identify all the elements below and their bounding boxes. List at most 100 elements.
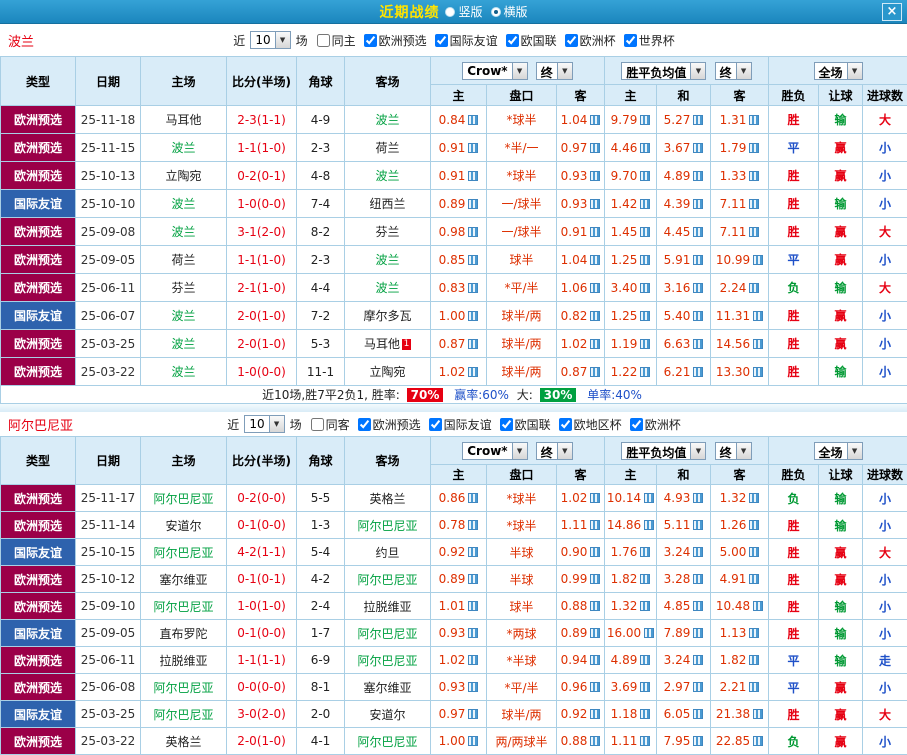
trend-chart-icon[interactable] <box>693 199 703 209</box>
trend-chart-icon[interactable] <box>753 601 763 611</box>
odds-type-select[interactable]: 胜平负均值 ▼ <box>621 62 706 80</box>
trend-chart-icon[interactable] <box>644 628 654 638</box>
trend-chart-icon[interactable] <box>693 283 703 293</box>
team-name-text[interactable]: 波兰 <box>375 169 399 183</box>
trend-chart-icon[interactable] <box>640 311 650 321</box>
team-name-text[interactable]: 马耳他 <box>364 337 400 351</box>
team-name-text[interactable]: 安道尔 <box>165 519 201 533</box>
filter-checkbox[interactable]: 欧国联 <box>494 416 551 433</box>
odds-type-select[interactable]: 胜平负均值 ▼ <box>621 442 706 460</box>
close-button[interactable]: × <box>882 3 902 21</box>
checkbox-input[interactable] <box>506 34 519 47</box>
checkbox-input[interactable] <box>435 34 448 47</box>
trend-chart-icon[interactable] <box>753 736 763 746</box>
team-name-text[interactable]: 拉脱维亚 <box>363 600 411 614</box>
trend-chart-icon[interactable] <box>749 655 759 665</box>
checkbox-input[interactable] <box>630 418 643 431</box>
team-name-text[interactable]: 波兰 <box>171 225 195 239</box>
checkbox-input[interactable] <box>311 418 324 431</box>
trend-chart-icon[interactable] <box>590 682 600 692</box>
team-name-text[interactable]: 阿尔巴尼亚 <box>357 573 417 587</box>
scope-select[interactable]: 全场 ▼ <box>814 442 863 460</box>
filter-checkbox[interactable]: 欧洲杯 <box>624 416 681 433</box>
trend-chart-icon[interactable] <box>590 736 600 746</box>
team-name-text[interactable]: 波兰 <box>375 113 399 127</box>
trend-chart-icon[interactable] <box>640 736 650 746</box>
team-name-text[interactable]: 阿尔巴尼亚 <box>153 492 213 506</box>
trend-chart-icon[interactable] <box>640 115 650 125</box>
team-name-text[interactable]: 安道尔 <box>369 708 405 722</box>
team-name-text[interactable]: 英格兰 <box>165 735 201 749</box>
trend-chart-icon[interactable] <box>468 601 478 611</box>
trend-chart-icon[interactable] <box>693 574 703 584</box>
trend-chart-icon[interactable] <box>693 709 703 719</box>
team-name-text[interactable]: 摩尔多瓦 <box>363 309 411 323</box>
odds-stage-select[interactable]: 终 ▼ <box>715 62 752 80</box>
trend-chart-icon[interactable] <box>749 199 759 209</box>
trend-chart-icon[interactable] <box>693 311 703 321</box>
trend-chart-icon[interactable] <box>468 367 478 377</box>
trend-chart-icon[interactable] <box>640 199 650 209</box>
team-name-text[interactable]: 阿尔巴尼亚 <box>357 654 417 668</box>
trend-chart-icon[interactable] <box>640 143 650 153</box>
trend-chart-icon[interactable] <box>468 311 478 321</box>
team-name-text[interactable]: 纽西兰 <box>369 197 405 211</box>
team-name-text[interactable]: 芬兰 <box>171 281 195 295</box>
radio-icon[interactable] <box>491 7 501 17</box>
checkbox-input[interactable] <box>559 418 572 431</box>
team-name-text[interactable]: 阿尔巴尼亚 <box>357 627 417 641</box>
trend-chart-icon[interactable] <box>749 283 759 293</box>
team-name-text[interactable]: 波兰 <box>171 337 195 351</box>
trend-chart-icon[interactable] <box>693 547 703 557</box>
trend-chart-icon[interactable] <box>644 493 654 503</box>
trend-chart-icon[interactable] <box>590 547 600 557</box>
trend-chart-icon[interactable] <box>753 339 763 349</box>
trend-chart-icon[interactable] <box>693 227 703 237</box>
team-name-text[interactable]: 塞尔维亚 <box>363 681 411 695</box>
team-name-text[interactable]: 波兰 <box>171 197 195 211</box>
trend-chart-icon[interactable] <box>590 255 600 265</box>
team-name-text[interactable]: 荷兰 <box>375 141 399 155</box>
trend-chart-icon[interactable] <box>753 255 763 265</box>
trend-chart-icon[interactable] <box>590 311 600 321</box>
trend-chart-icon[interactable] <box>468 143 478 153</box>
trend-chart-icon[interactable] <box>693 736 703 746</box>
trend-chart-icon[interactable] <box>693 682 703 692</box>
trend-chart-icon[interactable] <box>468 115 478 125</box>
trend-chart-icon[interactable] <box>640 171 650 181</box>
trend-chart-icon[interactable] <box>749 682 759 692</box>
trend-chart-icon[interactable] <box>468 255 478 265</box>
team-name-text[interactable]: 约旦 <box>375 546 399 560</box>
filter-checkbox[interactable]: 国际友谊 <box>429 32 498 49</box>
radio-icon[interactable] <box>445 7 455 17</box>
checkbox-input[interactable] <box>364 34 377 47</box>
trend-chart-icon[interactable] <box>693 655 703 665</box>
odds-stage-select[interactable]: 终 ▼ <box>715 442 752 460</box>
team-name-text[interactable]: 阿尔巴尼亚 <box>153 681 213 695</box>
team-name-text[interactable]: 波兰 <box>375 281 399 295</box>
trend-chart-icon[interactable] <box>640 339 650 349</box>
team-name-text[interactable]: 立陶宛 <box>165 169 201 183</box>
trend-chart-icon[interactable] <box>749 227 759 237</box>
team-name-text[interactable]: 波兰 <box>171 141 195 155</box>
trend-chart-icon[interactable] <box>753 367 763 377</box>
trend-chart-icon[interactable] <box>749 520 759 530</box>
checkbox-input[interactable] <box>317 34 330 47</box>
checkbox-input[interactable] <box>624 34 637 47</box>
match-count-select[interactable]: 10 ▼ <box>250 31 290 49</box>
trend-chart-icon[interactable] <box>590 493 600 503</box>
team-name-text[interactable]: 英格兰 <box>369 492 405 506</box>
filter-checkbox[interactable]: 同客 <box>305 416 350 433</box>
trend-chart-icon[interactable] <box>693 493 703 503</box>
filter-checkbox[interactable]: 欧洲预选 <box>352 416 421 433</box>
bookmaker-select[interactable]: Crow* ▼ <box>462 62 527 80</box>
trend-chart-icon[interactable] <box>749 547 759 557</box>
team-name-text[interactable]: 马耳他 <box>165 113 201 127</box>
trend-chart-icon[interactable] <box>693 628 703 638</box>
trend-chart-icon[interactable] <box>693 601 703 611</box>
trend-chart-icon[interactable] <box>749 171 759 181</box>
trend-chart-icon[interactable] <box>468 547 478 557</box>
match-count-select[interactable]: 10 ▼ <box>244 415 284 433</box>
checkbox-input[interactable] <box>358 418 371 431</box>
team-name-text[interactable]: 阿尔巴尼亚 <box>153 708 213 722</box>
